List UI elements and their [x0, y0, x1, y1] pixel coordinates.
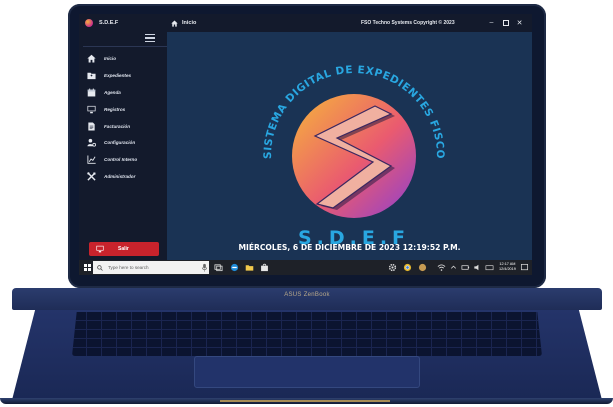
sidebar-item-label: Control Interno — [104, 157, 138, 163]
sidebar-item-facturacion[interactable]: Facturación — [79, 118, 167, 135]
laptop-hinge: ASUS ZenBook — [12, 288, 602, 310]
sidebar-item-label: Configuración — [104, 140, 136, 146]
monitor-icon — [87, 105, 96, 113]
calendar-icon — [87, 88, 96, 97]
search-icon — [97, 264, 103, 271]
sidebar-item-label: Facturación — [104, 123, 131, 129]
sidebar-item-agenda[interactable]: Agenda — [79, 84, 167, 101]
sidebar-item-label: Registros — [104, 106, 126, 112]
file-explorer-icon[interactable] — [245, 263, 254, 272]
sidebar-menu: Inicio Expedientes Agenda Registros Fact… — [79, 50, 167, 185]
breadcrumb-label: Inicio — [182, 20, 197, 26]
sidebar-item-expedientes[interactable]: Expedientes — [79, 67, 167, 84]
home-icon — [171, 20, 178, 27]
copyright-text: FSO Techno Systems Copyright © 2023 — [361, 20, 455, 26]
sidebar-item-administrador[interactable]: Administrador — [79, 168, 167, 185]
main-content: SISTEMA DIGITAL DE EXPEDIENTES FISCO S.D… — [167, 32, 532, 260]
invoice-icon — [88, 121, 95, 131]
taskbar-search-input[interactable]: Type here to search — [93, 261, 209, 274]
home-icon — [87, 54, 96, 63]
chrome-icon[interactable] — [403, 263, 412, 272]
battery-icon[interactable] — [461, 263, 470, 272]
microphone-icon[interactable] — [200, 263, 209, 272]
app-brand: S.D.E.F — [79, 14, 167, 32]
sidebar-item-label: Inicio — [104, 55, 116, 61]
notifications-icon[interactable] — [520, 263, 529, 272]
edge-browser-icon[interactable] — [230, 263, 239, 272]
sidebar-item-inicio[interactable]: Inicio — [79, 50, 167, 67]
keyboard-rows — [72, 312, 542, 356]
sidebar-divider — [83, 46, 167, 47]
monitor-exit-icon — [96, 245, 104, 253]
network-icon[interactable] — [437, 263, 446, 272]
user-gear-icon — [87, 139, 96, 147]
hamburger-menu-icon[interactable] — [145, 34, 155, 42]
exit-button[interactable]: Salir — [89, 242, 159, 256]
app-taskbar-icon[interactable] — [418, 263, 427, 272]
close-icon[interactable]: ✕ — [515, 18, 524, 27]
exit-button-label: Salir — [118, 246, 129, 252]
task-view-icon[interactable] — [214, 263, 223, 272]
current-datetime: MIÉRCOLES, 6 DE DICIEMBRE DE 2023 12:19:… — [238, 243, 461, 252]
sidebar-item-configuracion[interactable]: Configuración — [79, 134, 167, 151]
volume-icon[interactable] — [473, 263, 482, 272]
chart-icon — [87, 155, 96, 165]
clock-date: 12/4/2019 — [499, 267, 516, 271]
windows-taskbar: Type here to search 12:17 AM 12/4/2019 — [79, 260, 532, 275]
windows-start-icon[interactable] — [84, 264, 91, 271]
taskbar-clock[interactable]: 12:17 AM 12/4/2019 — [499, 262, 516, 272]
sidebar: S.D.E.F Inicio Expedientes Agenda Regist… — [79, 14, 167, 260]
sidebar-item-control-interno[interactable]: Control Interno — [79, 151, 167, 168]
keyboard-layout-icon[interactable] — [485, 263, 494, 272]
touchpad — [194, 356, 420, 388]
minimize-icon[interactable]: – — [487, 18, 496, 27]
title-bar: Inicio FSO Techno Systems Copyright © 20… — [167, 14, 532, 32]
chevron-up-icon[interactable] — [449, 263, 458, 272]
sidebar-item-label: Administrador — [104, 174, 136, 180]
search-placeholder: Type here to search — [108, 265, 149, 270]
laptop-accent-line — [220, 400, 390, 402]
settings-icon[interactable] — [388, 263, 397, 272]
app-logo-icon — [85, 19, 93, 27]
sidebar-item-label: Agenda — [104, 89, 121, 95]
breadcrumb: Inicio — [171, 20, 196, 27]
laptop-brand: ASUS ZenBook — [284, 292, 330, 298]
folder-icon — [87, 72, 96, 79]
sidebar-item-label: Expedientes — [104, 72, 132, 78]
maximize-icon[interactable] — [501, 18, 510, 27]
sidebar-item-registros[interactable]: Registros — [79, 101, 167, 118]
tools-icon — [87, 172, 96, 181]
app-window: S.D.E.F Inicio Expedientes Agenda Regist… — [79, 14, 532, 260]
store-icon[interactable] — [260, 263, 269, 272]
sdef-logo-emblem: SISTEMA DIGITAL DE EXPEDIENTES FISCO S.D… — [262, 64, 446, 249]
app-name: S.D.E.F — [99, 20, 119, 26]
